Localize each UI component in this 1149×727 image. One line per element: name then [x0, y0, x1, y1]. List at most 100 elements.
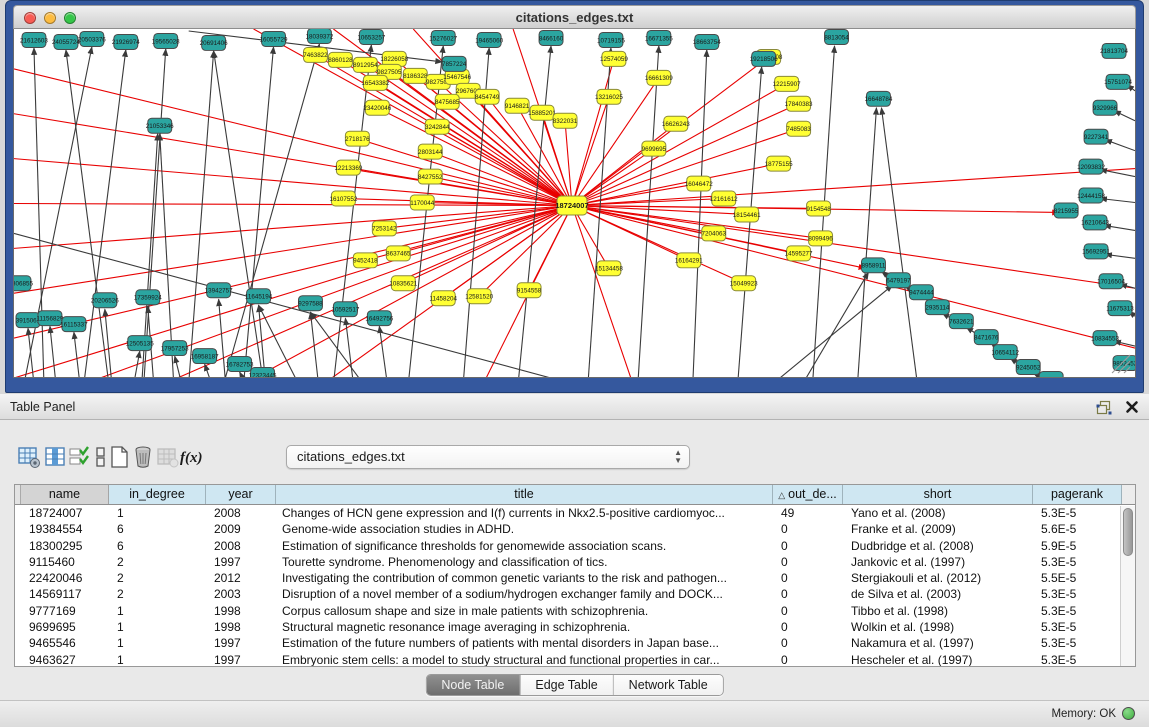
new-table-icon[interactable] — [106, 444, 132, 470]
graph-node[interactable]: 19218506 — [750, 51, 778, 66]
graph-edge[interactable] — [259, 305, 299, 377]
graph-node[interactable]: 6479197 — [886, 273, 911, 288]
graph-edge[interactable] — [84, 50, 126, 377]
graph-edge[interactable] — [572, 169, 1135, 206]
table-row[interactable]: 969969511998Structural magnetic resonanc… — [15, 619, 1135, 635]
column-header-pagerank[interactable]: pagerank — [1033, 485, 1122, 504]
close-panel-icon[interactable] — [1123, 398, 1141, 416]
graph-node[interactable]: 9452418 — [353, 253, 378, 268]
delete-table-icon[interactable] — [130, 444, 156, 470]
graph-edge[interactable] — [189, 51, 214, 377]
table-row[interactable]: 1938455462009Genome-wide association stu… — [15, 521, 1135, 537]
graph-node[interactable]: 21612603 — [20, 32, 48, 47]
graph-node[interactable]: 23420046 — [363, 100, 391, 115]
graph-edge[interactable] — [572, 205, 1135, 348]
tab-edge-table[interactable]: Edge Table — [519, 675, 612, 695]
graph-edge[interactable] — [1100, 170, 1135, 177]
graph-edge[interactable] — [205, 364, 212, 377]
graph-node[interactable]: 14595277 — [785, 246, 813, 261]
graph-node[interactable]: 7632621 — [949, 314, 974, 329]
graph-node[interactable]: 18154461 — [733, 207, 761, 222]
tab-node-table[interactable]: Node Table — [426, 675, 519, 695]
graph-node[interactable]: 8637465 — [386, 246, 411, 261]
column-header-out_degree[interactable]: △out_de... — [773, 485, 843, 504]
graph-node[interactable]: 12581520 — [465, 289, 493, 304]
graph-node[interactable]: 16164291 — [675, 253, 703, 268]
graph-node[interactable]: 24055724 — [52, 34, 80, 49]
graph-node[interactable]: 8860128 — [328, 52, 353, 67]
table-row[interactable]: 946362711997Embryonic stem cells: a mode… — [15, 652, 1135, 667]
graph-node[interactable]: 9329966 — [1093, 100, 1118, 115]
graph-node[interactable]: 8322031 — [553, 113, 578, 128]
table-row[interactable]: 1456911722003Disruption of a novel membe… — [15, 586, 1135, 602]
tab-network-table[interactable]: Network Table — [613, 675, 723, 695]
close-window-icon[interactable] — [24, 12, 36, 24]
scrollbar-thumb[interactable] — [1123, 508, 1133, 556]
graph-edge[interactable] — [310, 312, 363, 377]
table-vertical-scrollbar[interactable] — [1120, 506, 1135, 667]
graph-edge[interactable] — [219, 299, 226, 377]
graph-node[interactable]: 10835621 — [389, 276, 417, 291]
graph-node[interactable]: 7463822 — [303, 47, 328, 62]
column-header-short[interactable]: short — [843, 485, 1033, 504]
graph-node[interactable]: 7253142 — [372, 221, 397, 236]
table-row[interactable]: 911546021997Tourette syndrome. Phenomeno… — [15, 554, 1135, 570]
graph-node[interactable]: 8475685 — [435, 94, 460, 109]
graph-node[interactable]: 15134458 — [595, 261, 623, 276]
graph-node[interactable]: 21053346 — [146, 118, 174, 133]
table-row[interactable]: 1872400712008Changes of HCN gene express… — [15, 505, 1135, 521]
graph-node[interactable]: 10834553 — [1091, 331, 1119, 346]
graph-node[interactable]: 16107552 — [329, 191, 357, 206]
graph-node[interactable]: 8454749 — [475, 89, 500, 104]
memory-status-indicator[interactable] — [1122, 707, 1135, 720]
graph-node[interactable]: 8912954 — [353, 57, 378, 72]
graph-node[interactable]: 16210643 — [1081, 215, 1109, 230]
graph-node[interactable]: 16661309 — [645, 70, 673, 85]
graph-edge[interactable] — [572, 205, 633, 377]
graph-edge[interactable] — [375, 83, 572, 206]
function-builder-icon[interactable]: f(x) — [178, 444, 204, 470]
graph-node[interactable]: 10928452 — [1037, 372, 1065, 377]
graph-node[interactable]: 16543382 — [361, 75, 389, 90]
graph-node[interactable]: 8813054 — [824, 29, 849, 44]
minimize-window-icon[interactable] — [44, 12, 56, 24]
zoom-window-icon[interactable] — [64, 12, 76, 24]
graph-edge[interactable] — [693, 50, 707, 377]
table-row[interactable]: 946554611997Estimation of the future num… — [15, 635, 1135, 651]
network-graph[interactable]: 7463822886012889129541822605898275051654… — [14, 29, 1135, 377]
graph-node[interactable]: 8958911 — [861, 258, 885, 273]
graph-node[interactable]: 18775155 — [765, 156, 793, 171]
graph-node[interactable]: 9227341 — [1084, 129, 1109, 144]
graph-node[interactable]: 17016504 — [1097, 274, 1125, 289]
graph-edge[interactable] — [881, 108, 917, 377]
table-row[interactable]: 2242004622012Investigating the contribut… — [15, 570, 1135, 586]
graph-node[interactable]: 12505135 — [126, 336, 154, 351]
graph-node[interactable]: 7204063 — [702, 226, 727, 241]
graph-edge[interactable] — [244, 47, 274, 377]
graph-node[interactable]: 9245052 — [1016, 360, 1041, 375]
graph-edge[interactable] — [144, 49, 166, 377]
graph-node[interactable]: 18039372 — [306, 29, 334, 43]
graph-node[interactable]: 9154548 — [806, 201, 831, 216]
graph-node[interactable]: 16958187 — [191, 349, 219, 364]
graph-node[interactable]: 16782753 — [226, 357, 254, 372]
graph-edge[interactable] — [773, 285, 893, 377]
graph-node[interactable]: 12215907 — [773, 76, 801, 91]
column-header-name[interactable]: name — [21, 485, 109, 504]
graph-node[interactable]: 16055729 — [260, 31, 288, 46]
graph-node[interactable]: 13216025 — [595, 89, 623, 104]
column-header-in_degree[interactable]: in_degree — [109, 485, 206, 504]
graph-node[interactable]: 2718176 — [345, 131, 370, 146]
graph-node[interactable]: 10654112 — [992, 345, 1020, 360]
graph-node[interactable]: 18724007 — [555, 196, 588, 215]
graph-node[interactable]: 10719155 — [597, 32, 625, 47]
graph-node[interactable]: 8186328 — [403, 68, 428, 83]
graph-node[interactable]: 10653257 — [357, 29, 385, 44]
graph-node[interactable]: 12444158 — [1077, 188, 1105, 203]
graph-node[interactable]: 9146821 — [505, 98, 530, 113]
graph-node[interactable]: 10592517 — [331, 302, 359, 317]
graph-node[interactable]: 15276027 — [429, 30, 457, 45]
table-select-dropdown[interactable]: citations_edges.txt ▲▼ — [286, 445, 690, 469]
graph-node[interactable]: 16115337 — [60, 317, 88, 332]
graph-node[interactable]: 1170044 — [410, 195, 434, 210]
